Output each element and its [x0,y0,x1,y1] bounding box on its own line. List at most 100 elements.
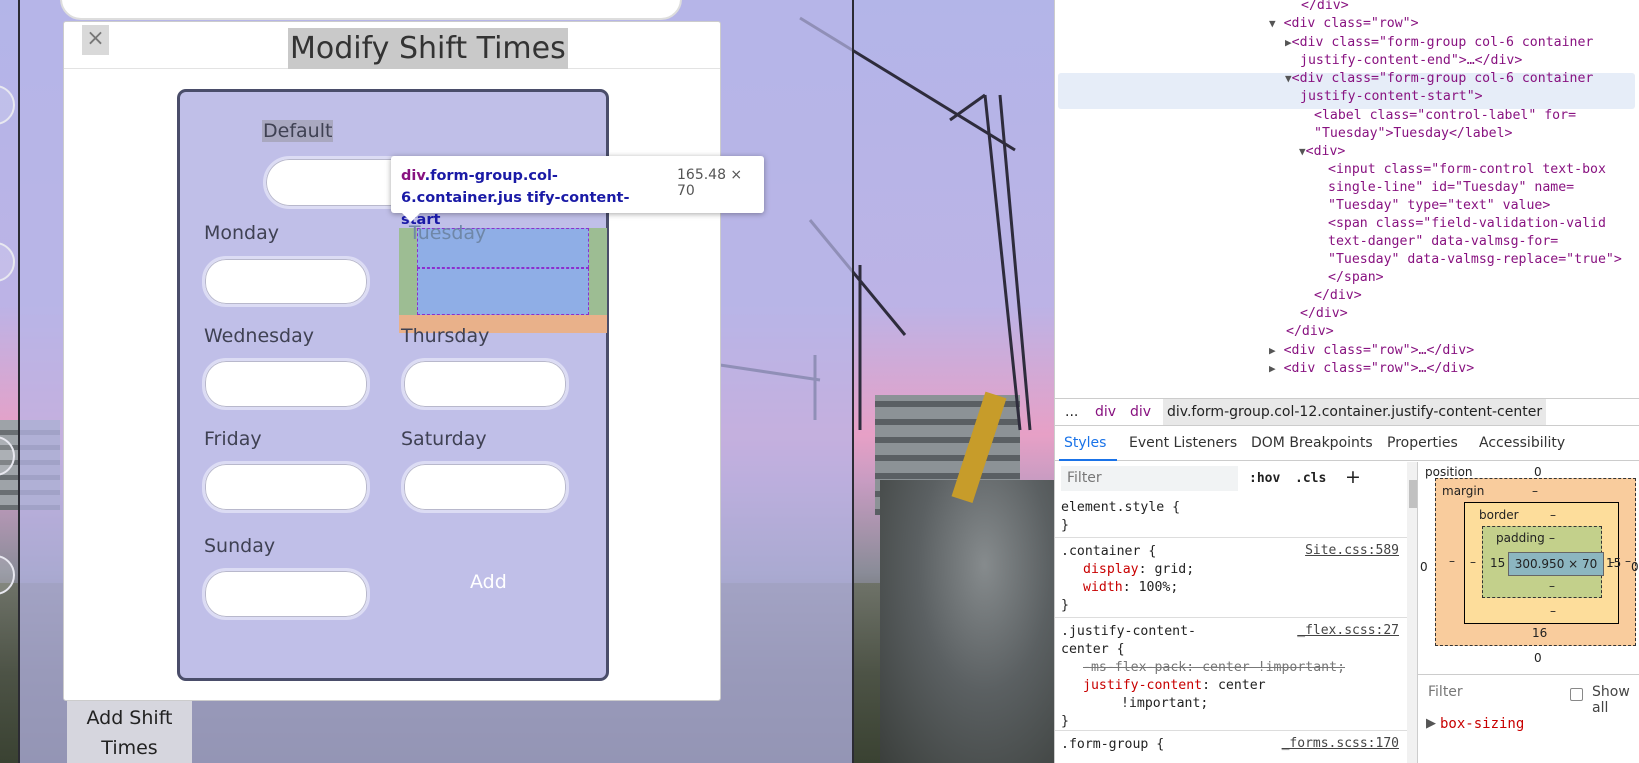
tab-properties[interactable]: Properties [1387,435,1458,451]
css-declaration[interactable]: display: grid; [1083,561,1194,579]
collapse-triangle-icon[interactable]: ▶ [1269,344,1276,357]
justify-content-rule: .justify-content- _flex.scss:27 center {… [1055,620,1407,731]
css-declaration[interactable]: justify-content: center [1083,677,1266,695]
css-value: grid; [1154,562,1195,577]
dom-line[interactable]: <label class="control-label" for= [1314,107,1576,125]
margin-top-value[interactable]: – [1532,484,1538,498]
dom-line[interactable]: "Tuesday" type="text" value> [1328,197,1550,215]
element-style-rule: element.style { } [1055,498,1407,538]
box-model-content[interactable]: 300.950 × 70 [1508,552,1604,576]
dom-line[interactable]: justify-content-end">…</div> [1300,52,1522,70]
breadcrumb-ellipsis[interactable]: ... [1065,399,1078,425]
tab-accessibility[interactable]: Accessibility [1479,435,1565,451]
computed-filter-bar: Filter Show all [1418,674,1639,716]
css-property: justify-content [1083,678,1203,693]
box-model-border: border – – – – padding – – 15 15 300.950… [1464,502,1621,624]
modal-header: × Modify Shift Times [64,22,720,69]
dom-line[interactable]: ▼<div> [1299,143,1345,161]
breadcrumb-item-current[interactable]: div.form-group.col-12.container.justify-… [1163,399,1547,425]
friday-input[interactable] [202,461,370,513]
dom-line[interactable]: </span> [1328,269,1384,287]
dom-line[interactable]: single-line" id="Tuesday" name= [1328,179,1574,197]
box-model-pane: position 0 margin – 16 – – border – – – … [1418,462,1639,763]
margin-left-value[interactable]: – [1449,554,1455,568]
add-shift-times-button[interactable]: Add Shift Times [67,701,192,763]
rule-source-link[interactable]: Site.css:589 [1305,543,1399,558]
dom-line[interactable]: "Tuesday" data-valmsg-replace="true"> [1328,251,1622,269]
padding-left-value[interactable]: 15 [1490,556,1505,570]
close-button[interactable]: × [82,25,109,55]
tab-dom-breakpoints[interactable]: DOM Breakpoints [1251,435,1373,451]
sunday-input[interactable] [202,568,370,620]
dom-line[interactable]: "Tuesday">Tuesday</label> [1314,125,1513,143]
padding-bottom-value[interactable]: – [1549,579,1555,593]
dom-line[interactable]: ▼ <div class="row"> [1269,15,1419,33]
expand-triangle-icon[interactable]: ▼ [1299,145,1306,158]
saturday-input[interactable] [401,461,569,513]
css-declaration[interactable]: width: 100%; [1083,579,1178,597]
styles-filter-input[interactable]: Filter [1061,466,1238,491]
styles-pane: Filter :hov .cls + element.style { } .co… [1055,462,1418,763]
breadcrumb-item[interactable]: div [1130,399,1151,425]
dom-line-selected[interactable]: justify-content-start"> [1300,88,1483,106]
rule-source-link[interactable]: _forms.scss:170 [1282,736,1399,751]
expand-triangle-icon[interactable]: ▶ [1426,716,1436,731]
show-all-label[interactable]: Show all [1592,684,1639,716]
padding-top-value[interactable]: – [1549,531,1555,545]
rule-selector[interactable]: .justify-content- [1061,623,1196,641]
margin-bottom-value[interactable]: 16 [1532,626,1547,640]
expand-triangle-icon[interactable]: ▼ [1285,72,1292,85]
dom-line[interactable]: </div> [1301,0,1349,15]
dom-line[interactable]: </div> [1314,287,1362,305]
new-rule-button[interactable]: + [1345,466,1361,488]
dom-line[interactable]: <input class="form-control text-box [1328,161,1606,179]
element-inspector-tooltip: div.form-group.col-6.container.jus tify-… [391,156,764,228]
monday-input[interactable] [202,256,370,307]
position-value: 0 [1534,465,1542,479]
collapse-triangle-icon[interactable]: ▶ [1285,36,1292,49]
expand-triangle-icon[interactable]: ▼ [1269,17,1276,30]
rule-selector-cont: center { [1061,642,1125,657]
highlight-input-outline [417,268,589,315]
thursday-input[interactable] [401,358,569,410]
box-model-padding: padding – – 15 15 300.950 × 70 [1482,526,1621,598]
background-top-input [60,0,682,20]
show-all-checkbox[interactable] [1570,688,1583,701]
dom-line[interactable]: </div> [1300,305,1348,323]
breadcrumb-item[interactable]: div [1095,399,1116,425]
computed-filter-input[interactable]: Filter [1428,684,1463,700]
border-left-value[interactable]: – [1470,555,1476,569]
rule-selector[interactable]: element.style { [1061,499,1180,517]
dom-line-text: <div class="row">…</div> [1283,343,1475,358]
scrollbar-thumb[interactable] [1409,480,1417,508]
dom-line[interactable]: ▶<div class="form-group col-6 container [1285,34,1593,52]
dom-line[interactable]: <span class="field-validation-valid [1328,215,1606,233]
hov-toggle[interactable]: :hov [1249,471,1280,486]
devtools-panel: </div> ▼ <div class="row"> ▶<div class="… [1054,0,1639,763]
border-top-value[interactable]: – [1550,508,1556,522]
dom-line[interactable]: text-danger" data-valmsg-for= [1328,233,1558,251]
dom-line[interactable]: </div> [1286,323,1334,341]
add-button[interactable]: Add [470,571,507,593]
computed-property[interactable]: box-sizing [1440,716,1524,732]
wednesday-input[interactable] [202,358,370,410]
overridden-declaration[interactable]: -ms-flex-pack: center !important; [1083,659,1345,677]
css-value-cont: !important; [1121,696,1209,711]
dom-line[interactable]: ▶ <div class="row">…</div> [1269,342,1474,360]
rule-close: } [1061,714,1069,729]
rule-selector[interactable]: .container { [1061,543,1156,561]
tab-styles[interactable]: Styles [1064,435,1106,451]
thursday-label: Thursday [401,325,490,347]
border-bottom-value[interactable]: – [1550,604,1556,618]
dom-line-selected[interactable]: ▼<div class="form-group col-6 container [1285,70,1593,88]
rule-selector[interactable]: .form-group { [1061,736,1164,754]
dom-line[interactable]: ▶ <div class="row">…</div> [1269,360,1474,378]
padding-label: padding [1496,531,1545,545]
tab-event-listeners[interactable]: Event Listeners [1129,435,1237,451]
rule-source-link[interactable]: _flex.scss:27 [1297,623,1399,638]
styles-scrollbar[interactable] [1407,462,1417,763]
collapse-triangle-icon[interactable]: ▶ [1269,362,1276,375]
cls-toggle[interactable]: .cls [1295,471,1326,486]
add-shift-times-label: Add Shift Times [86,707,173,759]
padding-right-value[interactable]: 15 [1606,556,1621,570]
